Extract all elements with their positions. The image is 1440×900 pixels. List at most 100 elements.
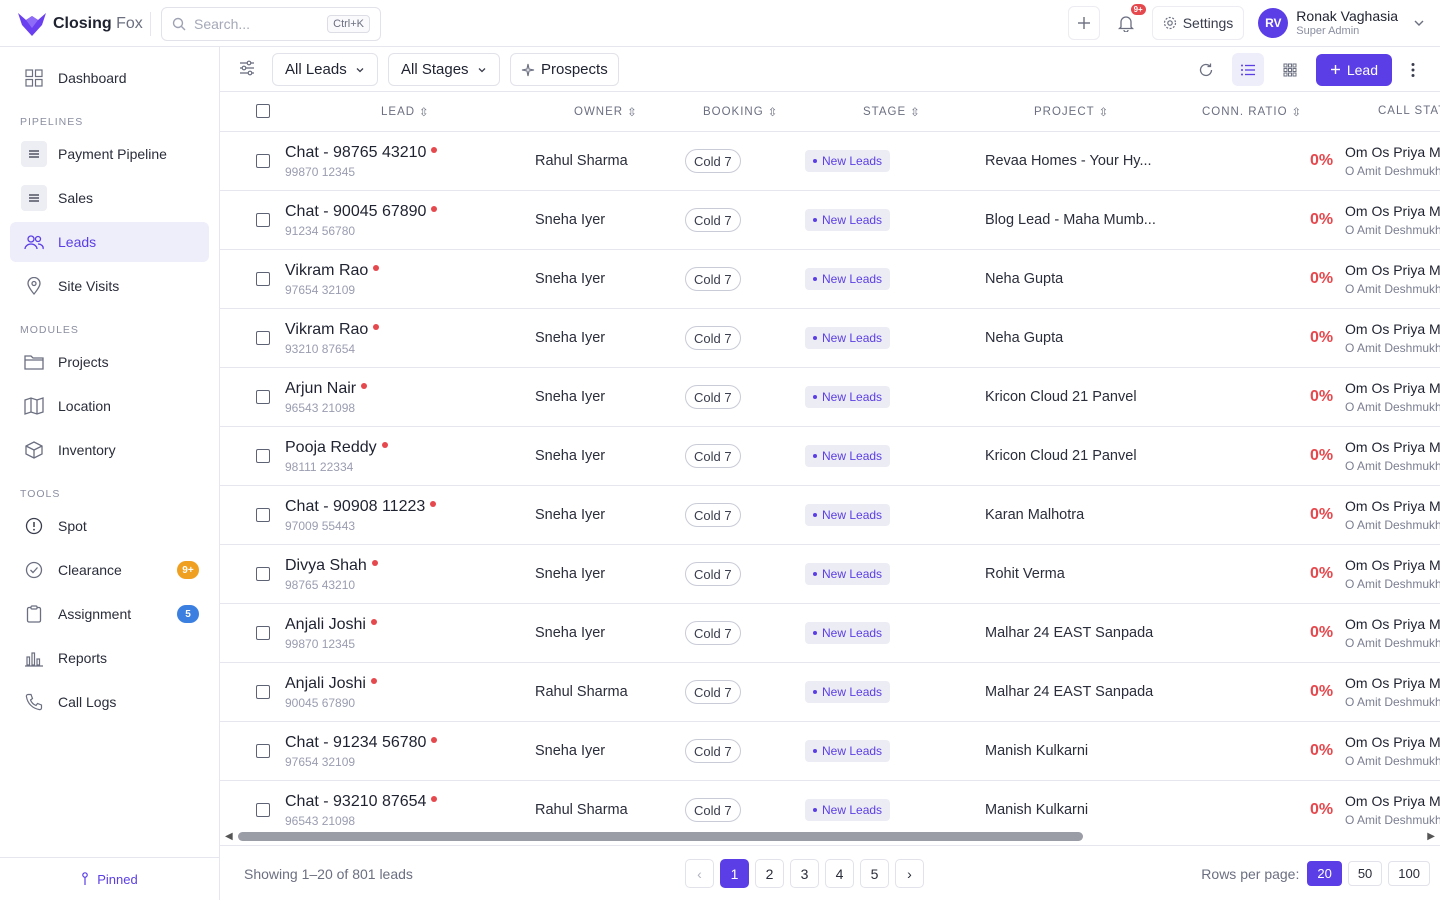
- stage-badge[interactable]: New Leads: [805, 268, 891, 290]
- stages-filter-dropdown[interactable]: All Stages: [388, 53, 500, 86]
- column-header-call-stat[interactable]: CALL STAT: [1378, 105, 1440, 117]
- column-header-stage[interactable]: STAGE ⇳: [863, 105, 921, 119]
- page-button[interactable]: 4: [825, 859, 854, 888]
- column-header-owner[interactable]: OWNER ⇳: [574, 105, 638, 119]
- sidebar-item-payment-pipeline[interactable]: Payment Pipeline: [10, 134, 209, 174]
- page-button[interactable]: 5: [860, 859, 889, 888]
- sidebar-item-reports[interactable]: Reports: [10, 638, 209, 678]
- sidebar-item-location[interactable]: Location: [10, 386, 209, 426]
- lead-name[interactable]: Chat - 90908 11223: [285, 498, 437, 516]
- stage-badge[interactable]: New Leads: [805, 445, 891, 467]
- search-box[interactable]: Search... Ctrl+K: [161, 7, 381, 41]
- filter-settings-button[interactable]: [238, 59, 256, 80]
- notifications-button[interactable]: 9+: [1109, 4, 1146, 40]
- row-checkbox[interactable]: [256, 626, 270, 640]
- scrollbar-thumb[interactable]: [238, 832, 1083, 841]
- next-page-button[interactable]: ›: [895, 859, 924, 888]
- stage-badge[interactable]: New Leads: [805, 386, 891, 408]
- row-checkbox[interactable]: [256, 331, 270, 345]
- stage-badge[interactable]: New Leads: [805, 209, 891, 231]
- table-row[interactable]: Chat - 91234 56780 97654 32109 Sneha Iyer C…: [220, 722, 1440, 781]
- lead-name[interactable]: Arjun Nair: [285, 380, 368, 398]
- table-row[interactable]: Arjun Nair 96543 21098 Sneha Iyer Cold 7 New…: [220, 368, 1440, 427]
- rows-per-page-option[interactable]: 100: [1388, 861, 1430, 886]
- sidebar-item-leads[interactable]: Leads: [10, 222, 209, 262]
- column-header-conn-ratio[interactable]: CONN. RATIO ⇳: [1202, 105, 1302, 119]
- lead-name[interactable]: Chat - 91234 56780: [285, 734, 438, 752]
- prev-page-button[interactable]: ‹: [685, 859, 714, 888]
- table-row[interactable]: Divya Shah 98765 43210 Sneha Iyer Cold 7 New…: [220, 545, 1440, 604]
- stage-badge[interactable]: New Leads: [805, 740, 891, 762]
- stage-badge[interactable]: New Leads: [805, 681, 891, 703]
- row-checkbox[interactable]: [256, 508, 270, 522]
- more-options-button[interactable]: [1402, 53, 1424, 86]
- lead-name[interactable]: Chat - 90045 67890: [285, 203, 438, 221]
- lead-name[interactable]: Anjali Joshi: [285, 675, 377, 693]
- add-lead-button[interactable]: Lead: [1315, 53, 1392, 86]
- page-button[interactable]: 2: [755, 859, 784, 888]
- lead-name[interactable]: Chat - 98765 43210: [285, 144, 438, 162]
- refresh-button[interactable]: [1190, 53, 1222, 86]
- table-row[interactable]: Chat - 93210 87654 96543 21098 Rahul Sharm…: [220, 781, 1440, 828]
- rows-per-page-option[interactable]: 50: [1347, 861, 1383, 886]
- column-header-booking[interactable]: BOOKING ⇳: [703, 105, 778, 119]
- sidebar-item-clearance[interactable]: Clearance 9+: [10, 550, 209, 590]
- lead-name[interactable]: Pooja Reddy: [285, 439, 388, 457]
- row-checkbox[interactable]: [256, 390, 270, 404]
- scroll-right-arrow-icon[interactable]: ▶: [1427, 831, 1435, 842]
- row-checkbox[interactable]: [256, 154, 270, 168]
- table-row[interactable]: Vikram Rao 93210 87654 Sneha Iyer Cold 7 New…: [220, 309, 1440, 368]
- lead-name[interactable]: Vikram Rao: [285, 262, 380, 280]
- table-row[interactable]: Anjali Joshi 90045 67890 Rahul Sharma Cold …: [220, 663, 1440, 722]
- add-button[interactable]: [1067, 6, 1100, 40]
- row-checkbox[interactable]: [256, 213, 270, 227]
- pinned-toggle[interactable]: Pinned: [0, 857, 219, 900]
- stage-badge[interactable]: New Leads: [805, 327, 891, 349]
- brand[interactable]: Closing Fox: [17, 11, 143, 37]
- table-row[interactable]: Chat - 90908 11223 97009 55443 Sneha Iyer C…: [220, 486, 1440, 545]
- prospects-button[interactable]: Prospects: [510, 53, 619, 86]
- table-row[interactable]: Chat - 90045 67890 91234 56780 Sneha Iyer C…: [220, 191, 1440, 250]
- leads-filter-dropdown[interactable]: All Leads: [272, 53, 378, 86]
- stage-badge[interactable]: New Leads: [805, 622, 891, 644]
- table-row[interactable]: Pooja Reddy 98111 22334 Sneha Iyer Cold 7 Ne…: [220, 427, 1440, 486]
- row-checkbox[interactable]: [256, 685, 270, 699]
- table-row[interactable]: Chat - 98765 43210 99870 12345 Rahul Sharm…: [220, 132, 1440, 191]
- sidebar-item-sales[interactable]: Sales: [10, 178, 209, 218]
- stage-badge[interactable]: New Leads: [805, 150, 891, 172]
- stage-badge[interactable]: New Leads: [805, 799, 891, 821]
- page-button[interactable]: 1: [720, 859, 749, 888]
- sidebar-item-dashboard[interactable]: Dashboard: [10, 58, 209, 98]
- select-all-checkbox[interactable]: [256, 104, 270, 118]
- search-input[interactable]: Search...: [194, 16, 319, 32]
- settings-button[interactable]: Settings: [1151, 6, 1245, 40]
- sidebar-item-projects[interactable]: Projects: [10, 342, 209, 382]
- sidebar-item-site-visits[interactable]: Site Visits: [10, 266, 209, 306]
- sidebar-item-assignment[interactable]: Assignment 5: [10, 594, 209, 634]
- page-button[interactable]: 3: [790, 859, 819, 888]
- table-row[interactable]: Vikram Rao 97654 32109 Sneha Iyer Cold 7 New…: [220, 250, 1440, 309]
- stage-badge[interactable]: New Leads: [805, 504, 891, 526]
- row-checkbox[interactable]: [256, 567, 270, 581]
- row-checkbox[interactable]: [256, 272, 270, 286]
- user-menu[interactable]: RV Ronak Vaghasia Super Admin: [1258, 8, 1426, 38]
- grid-view-toggle[interactable]: [1274, 53, 1306, 86]
- rows-per-page-option[interactable]: 20: [1307, 861, 1342, 886]
- lead-name[interactable]: Divya Shah: [285, 557, 378, 575]
- sidebar-item-spot[interactable]: Spot: [10, 506, 209, 546]
- row-checkbox[interactable]: [256, 803, 270, 817]
- lead-name[interactable]: Vikram Rao: [285, 321, 380, 339]
- horizontal-scrollbar[interactable]: ◀ ▶: [220, 828, 1440, 845]
- column-header-project[interactable]: PROJECT ⇳: [1034, 105, 1109, 119]
- stage-badge[interactable]: New Leads: [805, 563, 891, 585]
- list-view-toggle[interactable]: [1231, 53, 1264, 86]
- lead-name[interactable]: Chat - 93210 87654: [285, 793, 438, 811]
- sidebar-item-call-logs[interactable]: Call Logs: [10, 682, 209, 722]
- lead-name[interactable]: Anjali Joshi: [285, 616, 377, 634]
- row-checkbox[interactable]: [256, 449, 270, 463]
- column-header-lead[interactable]: LEAD ⇳: [381, 105, 430, 119]
- table-row[interactable]: Anjali Joshi 99870 12345 Sneha Iyer Cold 7 N…: [220, 604, 1440, 663]
- sidebar-item-inventory[interactable]: Inventory: [10, 430, 209, 470]
- scroll-left-arrow-icon[interactable]: ◀: [225, 831, 233, 842]
- row-checkbox[interactable]: [256, 744, 270, 758]
